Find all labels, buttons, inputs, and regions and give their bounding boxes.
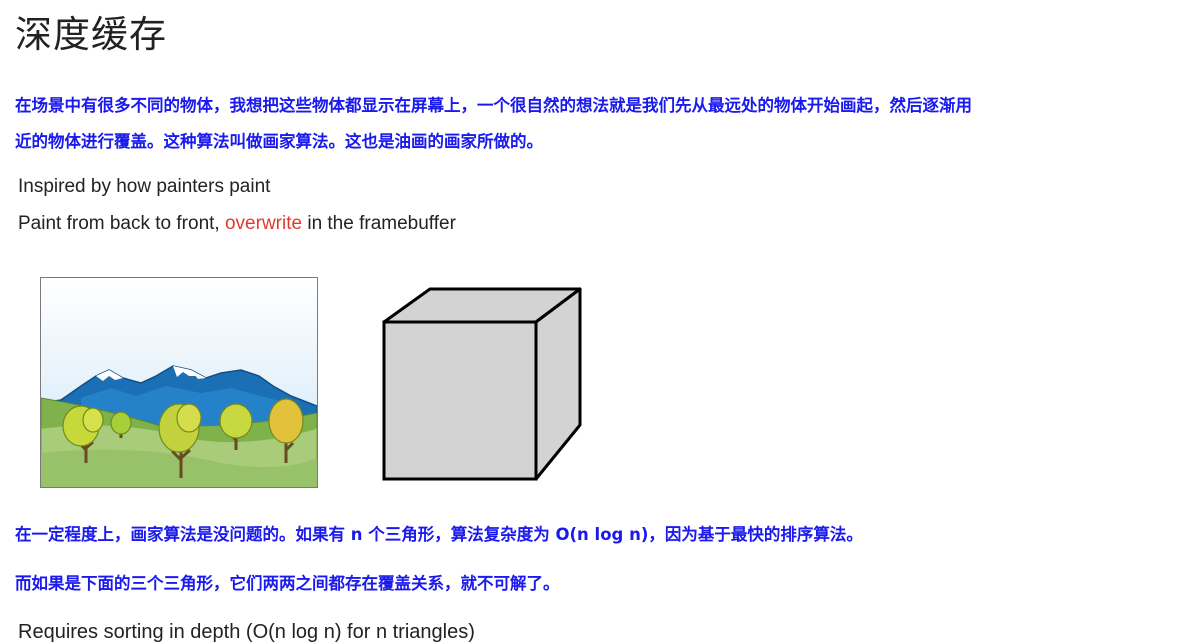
overlap-note: 而如果是下面的三个三角形，它们两两之间都存在覆盖关系，就不可解了。 (15, 574, 560, 593)
paint-order-text: Paint from back to front, overwrite in t… (18, 212, 456, 236)
complexity-note: 在一定程度上，画家算法是没问题的。如果有 n 个三角形，算法复杂度为 O(n l… (15, 525, 863, 544)
intro-line-1: 在场景中有很多不同的物体，我想把这些物体都显示在屏幕上，一个很自然的想法就是我们… (15, 96, 972, 115)
inspired-text: Inspired by how painters paint (18, 176, 271, 197)
requires-sorting-text: Requires sorting in depth (O(n log n) fo… (18, 621, 475, 643)
intro-line-2: 近的物体进行覆盖。这种算法叫做画家算法。这也是油画的画家所做的。 (15, 132, 543, 151)
cube-front-face (382, 320, 538, 481)
landscape-illustration (41, 278, 317, 487)
paint-suffix: in the framebuffer (302, 213, 456, 234)
paint-prefix: Paint from back to front, (18, 213, 225, 234)
page-title: 深度缓存 (15, 13, 167, 56)
cube-diagram (382, 287, 582, 481)
landscape-painting-image (40, 277, 318, 488)
overwrite-highlight: overwrite (224, 213, 303, 234)
cube-side-face (534, 287, 582, 481)
